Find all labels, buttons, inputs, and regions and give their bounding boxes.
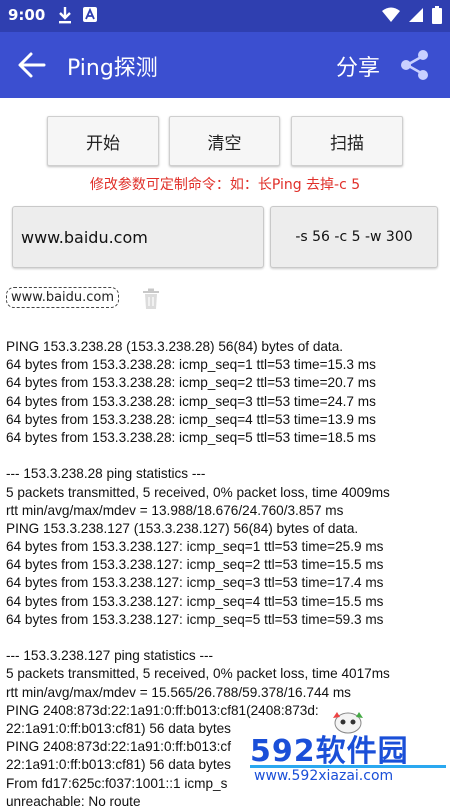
status-bar: 9:00 xyxy=(0,0,450,32)
output-line: PING 2408:873d:22:1a91:0:ff:b013:cf xyxy=(6,739,231,755)
page-title: Ping探测 xyxy=(67,56,158,81)
output-line: 64 bytes from 153.3.238.28: icmp_seq=3 t… xyxy=(6,393,376,409)
scan-button[interactable]: 扫描 xyxy=(291,116,403,166)
wifi-icon xyxy=(382,7,400,22)
output-line: PING 2408:873d:22:1a91:0:ff:b013:cf81(24… xyxy=(6,702,319,718)
ping-output: PING 153.3.238.28 (153.3.238.28) 56(84) … xyxy=(6,338,446,811)
start-button[interactable]: 开始 xyxy=(47,116,159,166)
output-line: 64 bytes from 153.3.238.127: icmp_seq=1 … xyxy=(6,539,384,555)
output-line: 64 bytes from 153.3.238.127: icmp_seq=2 … xyxy=(6,557,384,573)
trash-icon[interactable] xyxy=(142,288,160,310)
output-line: From fd17:625c:f037:1001::1 icmp_s xyxy=(6,775,228,791)
output-line: --- 153.3.238.127 ping statistics --- xyxy=(6,648,214,664)
back-arrow-icon[interactable] xyxy=(16,49,48,81)
output-line: 64 bytes from 153.3.238.127: icmp_seq=4 … xyxy=(6,593,384,609)
share-button[interactable]: 分享 xyxy=(336,50,380,82)
output-line: 64 bytes from 153.3.238.127: icmp_seq=5 … xyxy=(6,611,384,627)
output-line: rtt min/avg/max/mdev = 15.565/26.788/59.… xyxy=(6,684,351,700)
battery-icon xyxy=(432,6,442,24)
output-line: 22:1a91:0:ff:b013:cf81) 56 data bytes xyxy=(6,720,231,736)
host-input[interactable]: www.baidu.com xyxy=(12,206,264,268)
output-line: 5 packets transmitted, 5 received, 0% pa… xyxy=(6,484,390,500)
output-line: unreachable: No route xyxy=(6,793,141,809)
output-line: PING 153.3.238.28 (153.3.238.28) 56(84) … xyxy=(6,339,344,354)
output-line: 64 bytes from 153.3.238.127: icmp_seq=3 … xyxy=(6,575,384,591)
output-line: --- 153.3.238.28 ping statistics --- xyxy=(6,466,206,482)
signal-icon xyxy=(409,8,423,22)
output-line: PING 153.3.238.127 (153.3.238.127) 56(84… xyxy=(6,520,359,536)
history-chip[interactable]: www.baidu.com xyxy=(6,287,120,308)
output-line: 64 bytes from 153.3.238.28: icmp_seq=5 t… xyxy=(6,429,376,445)
output-line: 64 bytes from 153.3.238.28: icmp_seq=2 t… xyxy=(6,375,376,391)
output-line: 22:1a91:0:ff:b013:cf81) 56 data bytes xyxy=(6,757,231,773)
clear-button[interactable]: 清空 xyxy=(169,116,280,166)
output-line: 64 bytes from 153.3.238.28: icmp_seq=4 t… xyxy=(6,411,376,427)
output-line: 64 bytes from 153.3.238.28: icmp_seq=1 t… xyxy=(6,357,376,373)
status-notification-icons xyxy=(58,6,98,24)
params-input[interactable]: -s 56 -c 5 -w 300 xyxy=(270,206,438,268)
output-line: rtt min/avg/max/mdev = 13.988/18.676/24.… xyxy=(6,502,344,518)
share-icon[interactable] xyxy=(398,48,432,82)
command-hint: 修改参数可定制命令：如：长Ping 去掉-c 5 xyxy=(89,177,361,193)
download-icon xyxy=(59,7,71,24)
status-time: 9:00 xyxy=(8,6,46,24)
output-line: 5 packets transmitted, 5 received, 0% pa… xyxy=(6,666,390,682)
app-bar: Ping探测 分享 xyxy=(0,32,450,98)
a-box-icon xyxy=(83,7,97,22)
status-system-icons xyxy=(382,6,442,24)
